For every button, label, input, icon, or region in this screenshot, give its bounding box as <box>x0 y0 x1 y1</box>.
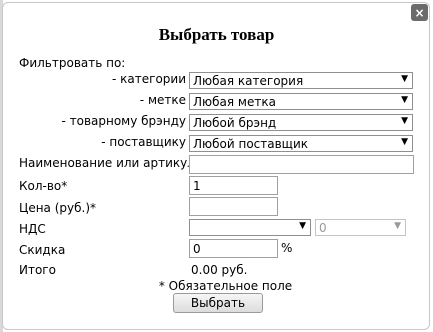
vat-select[interactable]: ▼ <box>189 219 311 236</box>
tag-filter-label: - метке <box>139 93 186 107</box>
brand-filter-label: - товарному брэнду <box>61 114 186 128</box>
supplier-select[interactable]: Любой поставщик ▼ <box>189 135 413 152</box>
brand-select[interactable]: Любой брэнд ▼ <box>189 114 413 131</box>
quantity-field-label: Кол-во* <box>19 179 68 193</box>
required-field-note: * Обязательное поле <box>158 279 293 293</box>
vat-rate-value: 0 <box>319 220 327 235</box>
price-field-label: Цена (руб.)* <box>19 201 97 215</box>
discount-field-label: Скидка <box>19 243 66 257</box>
name-input[interactable] <box>189 155 414 174</box>
vat-rate-select[interactable]: 0 ▼ <box>315 219 406 236</box>
tag-select[interactable]: Любая метка ▼ <box>189 93 413 110</box>
quantity-input[interactable]: 1 <box>189 176 278 195</box>
supplier-filter-label: - поставщику <box>101 135 186 149</box>
category-select-value: Любая категория <box>193 73 304 88</box>
total-value: 0.00 руб. <box>191 263 248 277</box>
brand-select-value: Любой брэнд <box>193 115 277 130</box>
discount-unit: % <box>281 241 293 255</box>
chevron-down-icon: ▼ <box>401 116 408 126</box>
chevron-down-icon: ▼ <box>401 95 408 105</box>
chevron-down-icon: ▼ <box>401 137 408 147</box>
close-icon[interactable]: × <box>411 4 428 21</box>
price-input[interactable] <box>189 197 278 216</box>
vat-field-label: НДС <box>19 222 46 236</box>
category-select[interactable]: Любая категория ▼ <box>189 72 413 89</box>
discount-input[interactable]: 0 <box>189 239 278 258</box>
chevron-down-icon: ▼ <box>299 221 306 231</box>
category-filter-label: - категории <box>112 72 186 86</box>
total-label: Итого <box>19 263 56 277</box>
chevron-down-icon: ▼ <box>401 74 408 84</box>
chevron-down-icon: ▼ <box>394 221 401 231</box>
dialog-title: Выбрать товар <box>158 25 275 44</box>
tag-select-value: Любая метка <box>193 94 276 109</box>
filter-label: Фильтровать по: <box>19 56 126 70</box>
supplier-select-value: Любой поставщик <box>193 136 309 151</box>
select-button[interactable]: Выбрать <box>173 293 263 313</box>
name-field-label: Наименование или артикул* <box>19 156 201 170</box>
